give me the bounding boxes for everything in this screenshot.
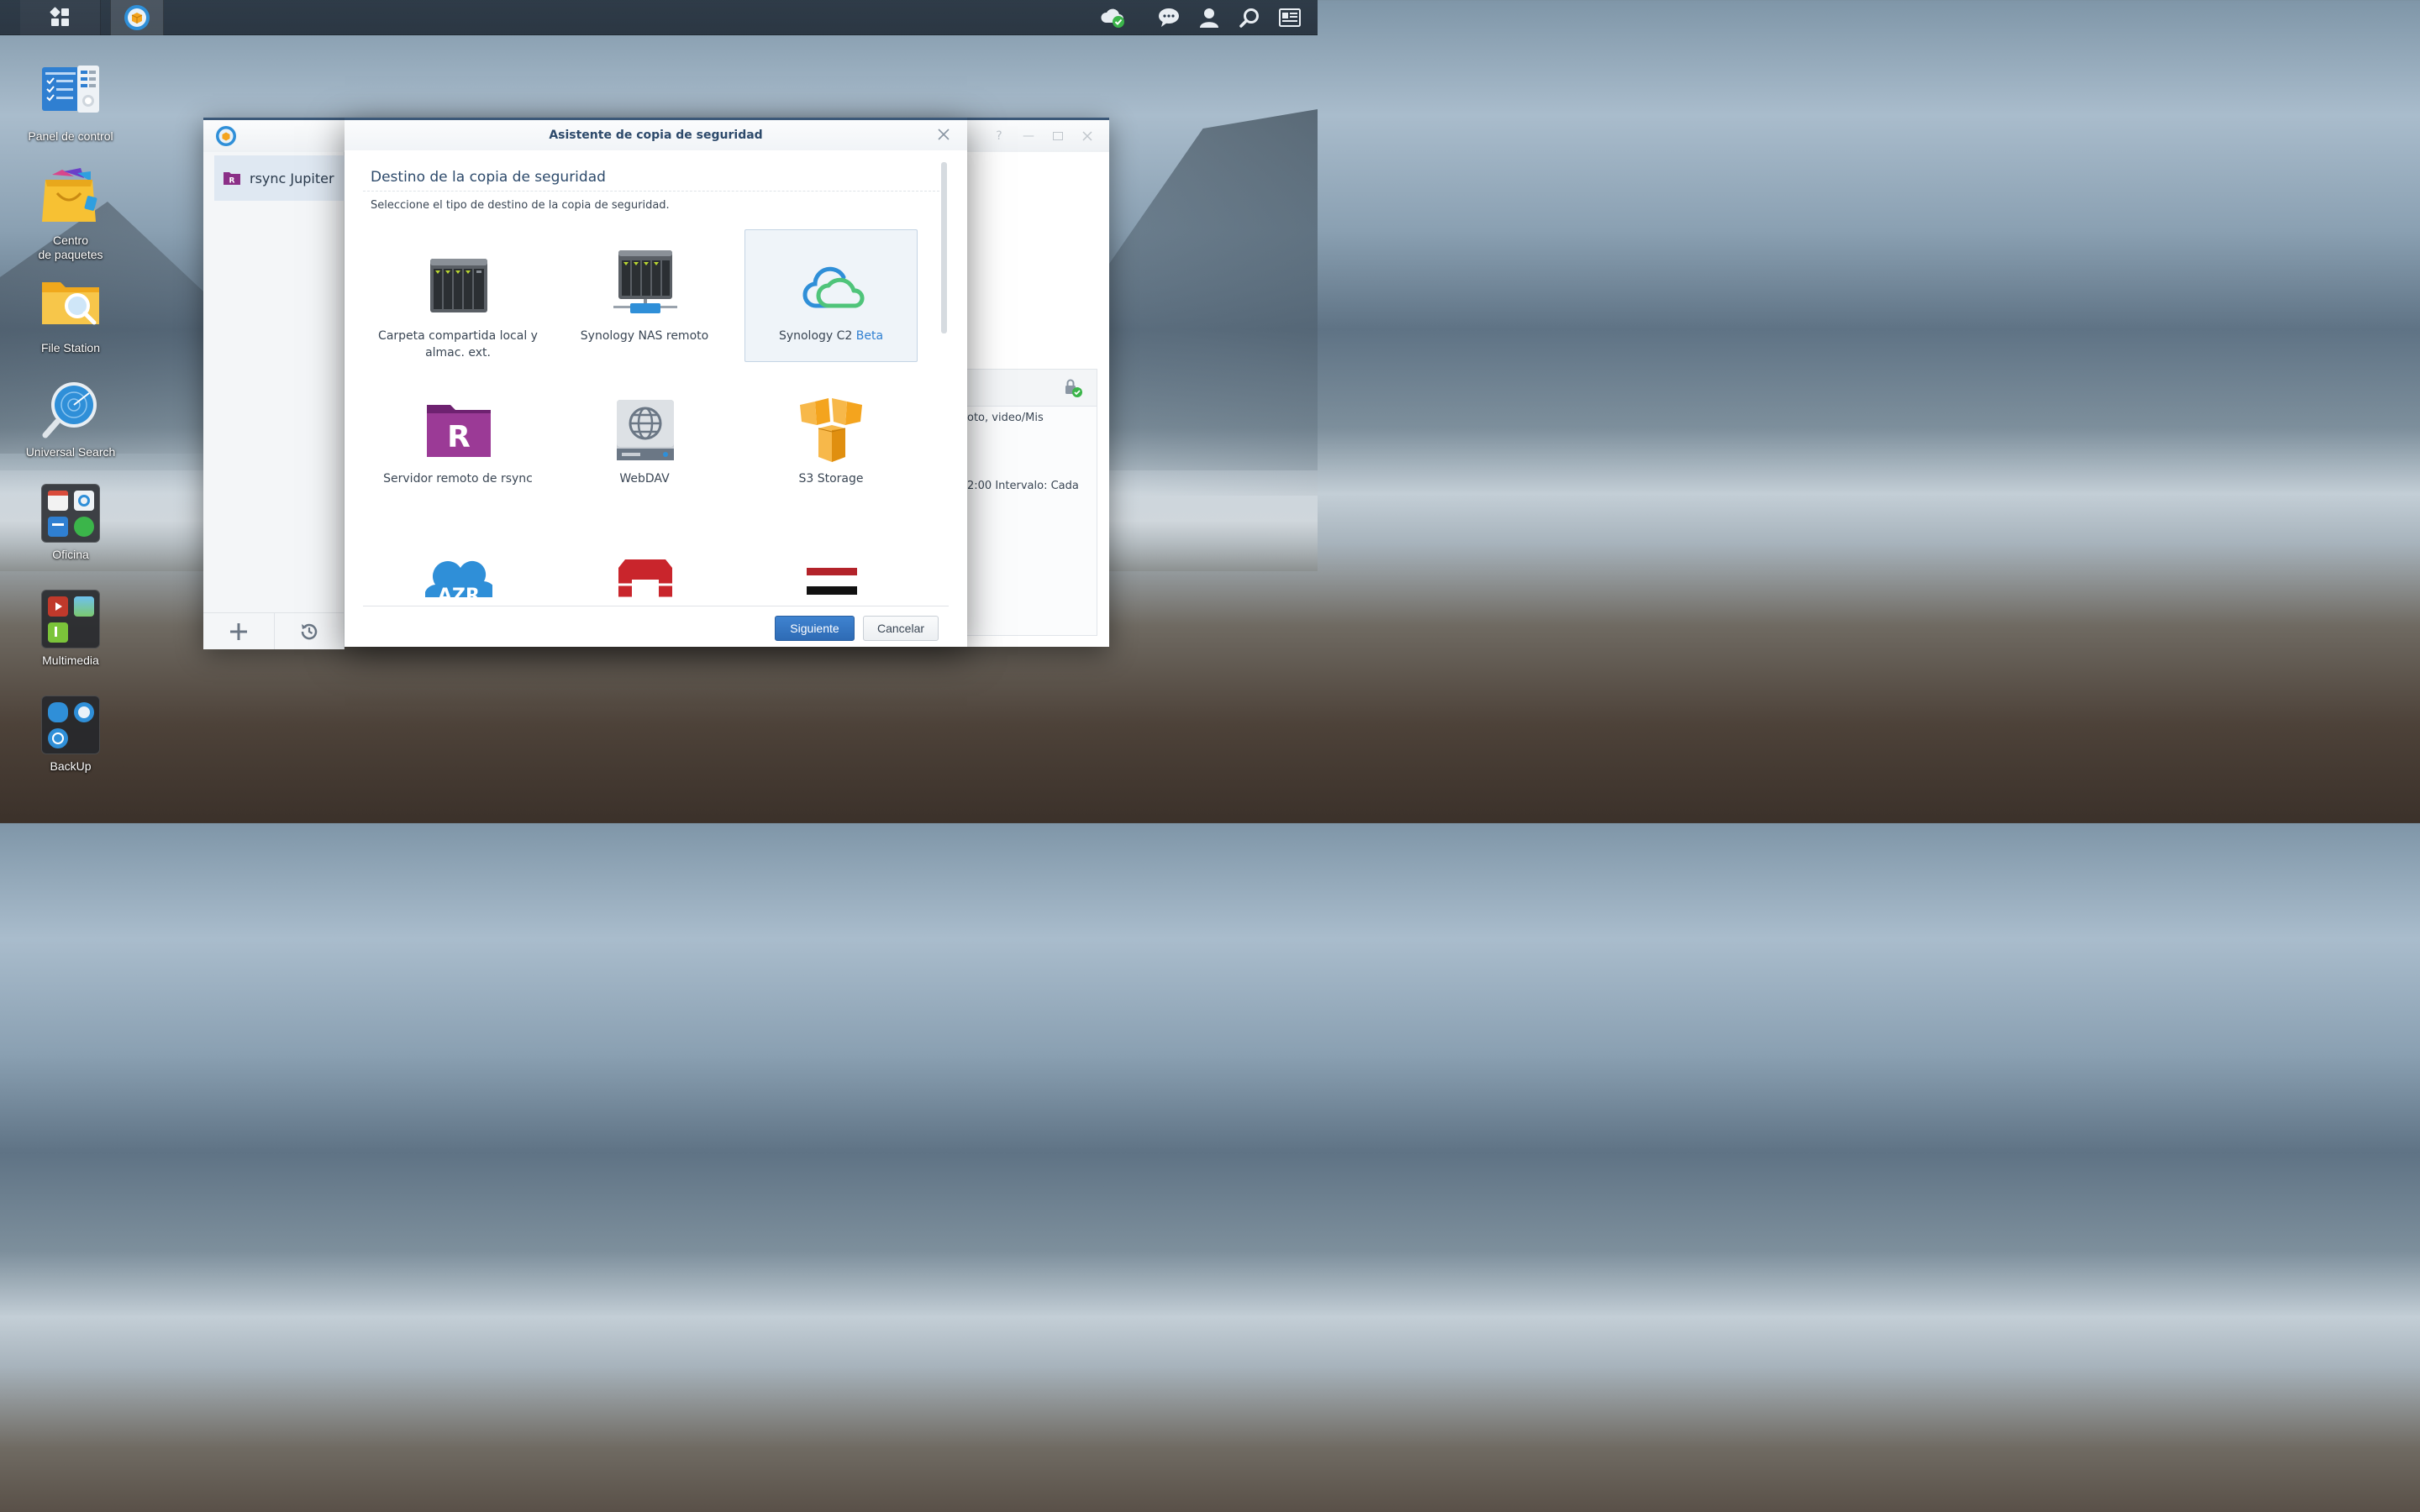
lock-check-icon bbox=[1065, 379, 1082, 397]
user-icon bbox=[1200, 8, 1218, 28]
azure-cloud-icon: AZR bbox=[425, 560, 492, 597]
widgets-panel-icon bbox=[1279, 8, 1301, 27]
main-menu-button[interactable] bbox=[20, 0, 101, 35]
destination-label: Synology C2 Beta bbox=[745, 328, 917, 344]
search-button[interactable] bbox=[1233, 0, 1266, 35]
hyper-backup-icon bbox=[216, 126, 236, 146]
close-icon bbox=[1082, 131, 1092, 141]
destination-openstack[interactable] bbox=[558, 522, 731, 597]
desktop-icon-label: Oficina bbox=[52, 548, 89, 561]
next-button[interactable]: Siguiente bbox=[775, 616, 855, 641]
destination-hicloud[interactable] bbox=[744, 522, 918, 597]
desktop-icon-label: Universal Search bbox=[25, 445, 116, 459]
desktop-icon-label: Centro de paquetes bbox=[38, 234, 103, 261]
destination-synology-c2[interactable]: Synology C2 Beta bbox=[744, 229, 918, 362]
destination-label: S3 Storage bbox=[798, 472, 864, 486]
dialog-close-button[interactable] bbox=[937, 128, 952, 143]
destination-remote-nas[interactable]: Synology NAS remoto bbox=[558, 229, 731, 362]
shopping-bag-icon bbox=[40, 168, 101, 228]
cloud-c2-icon bbox=[802, 266, 865, 308]
folder-search-icon bbox=[40, 276, 101, 336]
detail-header bbox=[967, 370, 1097, 407]
hyper-backup-icon bbox=[124, 5, 150, 30]
minimize-button[interactable]: — bbox=[1021, 129, 1036, 144]
destination-label: Servidor remoto de rsync bbox=[383, 472, 533, 486]
maximize-button[interactable] bbox=[1050, 129, 1065, 144]
help-button[interactable]: ? bbox=[992, 129, 1007, 144]
rsync-folder-icon: R bbox=[427, 405, 491, 457]
destination-grid: Carpeta compartida local y almac. ext. S… bbox=[363, 228, 939, 597]
webdav-icon bbox=[617, 400, 674, 460]
cloud-sync-status-button[interactable] bbox=[1096, 0, 1129, 35]
destination-azure[interactable]: AZR bbox=[371, 522, 544, 597]
destination-name: Synology C2 bbox=[778, 329, 853, 343]
widgets-button[interactable] bbox=[1273, 0, 1307, 35]
plus-icon bbox=[229, 622, 247, 640]
step-heading: Destino de la copia de seguridad bbox=[371, 169, 606, 186]
nas-remote-icon bbox=[613, 250, 677, 313]
desktop-icon-label: Multimedia bbox=[42, 654, 99, 667]
svg-text:AZR: AZR bbox=[438, 585, 480, 597]
destination-webdav[interactable]: WebDAV bbox=[558, 375, 731, 508]
destination-label: Synology NAS remoto bbox=[580, 329, 709, 343]
notifications-button[interactable] bbox=[1152, 0, 1186, 35]
cloud-check-icon bbox=[1101, 8, 1124, 28]
task-sidebar: R rsync Jupiter bbox=[203, 152, 345, 649]
desktop-icon-backup[interactable]: BackUp bbox=[12, 696, 129, 774]
svg-text:R: R bbox=[229, 177, 235, 186]
desktop-icon-label: File Station bbox=[40, 341, 101, 354]
close-icon bbox=[938, 129, 950, 140]
sidebar-item-rsync-jupiter[interactable]: R rsync Jupiter bbox=[214, 155, 345, 201]
desktop-icon-multimedia[interactable]: Multimedia bbox=[12, 590, 129, 668]
desktop-icon-universal-search[interactable]: Universal Search bbox=[12, 380, 129, 459]
search-icon bbox=[1239, 8, 1259, 28]
s3-cubes-icon bbox=[800, 398, 862, 462]
destination-rsync-server[interactable]: R Servidor remoto de rsync bbox=[371, 375, 544, 508]
sidebar-toolbar bbox=[203, 612, 345, 649]
add-task-button[interactable] bbox=[203, 613, 275, 649]
scrollbar-thumb[interactable] bbox=[941, 162, 947, 333]
cancel-button[interactable]: Cancelar bbox=[863, 616, 939, 641]
desktop-icon-label: Panel de control bbox=[28, 129, 113, 143]
destination-label: WebDAV bbox=[619, 472, 670, 486]
destination-s3-storage[interactable]: S3 Storage bbox=[744, 375, 918, 508]
control-panel-icon bbox=[40, 64, 101, 124]
multimedia-group-icon bbox=[41, 590, 100, 648]
desktop-icon-label: BackUp bbox=[50, 759, 92, 773]
maximize-icon bbox=[1053, 132, 1063, 140]
striped-bars-icon bbox=[807, 568, 857, 595]
sidebar-item-label: rsync Jupiter bbox=[250, 170, 334, 186]
destination-local-folder[interactable]: Carpeta compartida local y almac. ext. bbox=[371, 229, 544, 362]
restore-button[interactable] bbox=[275, 613, 345, 649]
rsync-folder-icon: R bbox=[224, 172, 240, 186]
desktop-icon-oficina[interactable]: Oficina bbox=[12, 484, 129, 562]
chat-bubble-icon bbox=[1159, 8, 1179, 27]
desktop-icon-package-center[interactable]: Centro de paquetes bbox=[12, 168, 129, 262]
task-detail-panel: oto, video/Mis 2:00 Intervalo: Cada bbox=[966, 369, 1097, 636]
divider bbox=[363, 191, 939, 192]
svg-text:R: R bbox=[447, 420, 471, 454]
taskbar bbox=[0, 0, 1318, 35]
taskbar-hyper-backup-button[interactable] bbox=[110, 0, 164, 35]
user-button[interactable] bbox=[1192, 0, 1226, 35]
detail-source-text: oto, video/Mis bbox=[967, 412, 1044, 424]
step-description: Seleccione el tipo de destino de la copi… bbox=[371, 199, 670, 212]
office-group-icon bbox=[41, 484, 100, 543]
destination-label: Carpeta compartida local y almac. ext. bbox=[378, 329, 538, 360]
openstack-icon bbox=[618, 559, 672, 597]
main-menu-icon bbox=[50, 7, 69, 26]
radar-magnifier-icon bbox=[40, 380, 101, 440]
desktop-icon-file-station[interactable]: File Station bbox=[12, 276, 129, 355]
beta-badge: Beta bbox=[855, 329, 884, 343]
backup-group-icon bbox=[41, 696, 100, 754]
detail-schedule-text: 2:00 Intervalo: Cada bbox=[967, 480, 1079, 492]
dialog-title: Asistente de copia de seguridad bbox=[345, 120, 967, 150]
backup-wizard-dialog: Asistente de copia de seguridad Destino … bbox=[345, 118, 967, 647]
desktop-icon-control-panel[interactable]: Panel de control bbox=[12, 64, 129, 144]
nas-local-icon bbox=[430, 259, 487, 312]
close-window-button[interactable] bbox=[1080, 129, 1095, 144]
history-icon bbox=[301, 623, 318, 639]
